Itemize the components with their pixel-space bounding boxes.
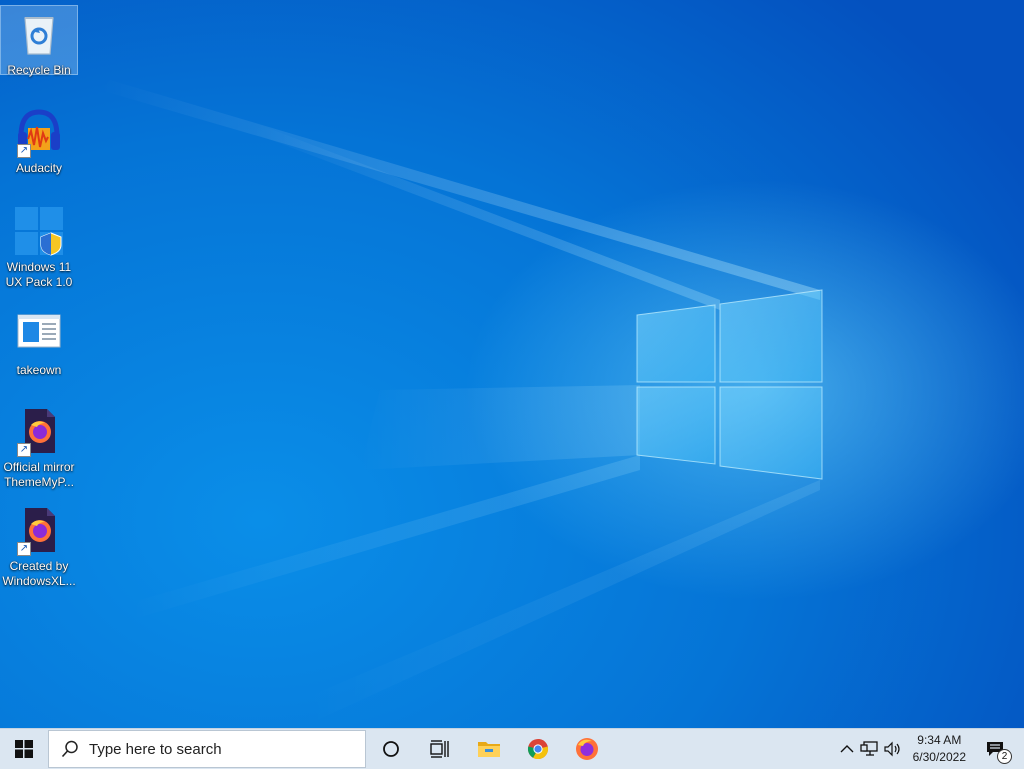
clock-date: 6/30/2022 <box>912 750 966 764</box>
windows-start-icon <box>15 740 33 758</box>
desktop-icon-label: Recycle Bin <box>7 63 71 77</box>
chrome-button[interactable] <box>513 729 562 769</box>
desktop-icon-official-mirror[interactable]: ↗ Official mirror ThemeMyP... <box>1 403 77 490</box>
chevron-up-icon <box>840 745 854 753</box>
taskbar: Type here to search 9:34 AM 6/30/2022 2 <box>0 728 1024 769</box>
show-hidden-icons-button[interactable] <box>837 729 857 769</box>
desktop-icon-created-by[interactable]: ↗ Created by WindowsXL... <box>1 502 77 589</box>
clock[interactable]: 9:34 AM 6/30/2022 <box>905 729 974 769</box>
takeown-app-icon <box>13 307 65 359</box>
network-icon <box>859 741 878 756</box>
desktop-icon-label: Audacity <box>15 161 63 175</box>
task-view-icon <box>429 740 449 758</box>
folder-icon <box>477 742 500 757</box>
desktop-icon-audacity[interactable]: ↗ Audacity <box>1 104 77 176</box>
desktop-icon-label: Created by WindowsXL... <box>2 559 76 588</box>
search-icon <box>61 740 78 758</box>
system-tray: 9:34 AM 6/30/2022 2 <box>837 729 1024 769</box>
search-placeholder: Type here to search <box>89 740 222 758</box>
clock-time: 9:34 AM <box>917 733 962 747</box>
cortana-circle-icon <box>382 741 399 757</box>
start-button[interactable] <box>0 729 48 769</box>
taskbar-search-box[interactable]: Type here to search <box>48 730 366 768</box>
desktop-icon-label: Official mirror ThemeMyP... <box>3 460 75 489</box>
task-view-button[interactable] <box>415 729 464 769</box>
wallpaper-windows-logo <box>100 80 823 728</box>
shortcut-arrow-icon: ↗ <box>17 542 31 556</box>
desktop-icon-recycle-bin[interactable]: Recycle Bin <box>0 5 78 77</box>
shortcut-arrow-icon: ↗ <box>17 443 31 457</box>
windows-ux-pack-icon <box>13 205 65 257</box>
firefox-file-icon: ↗ <box>13 405 65 457</box>
firefox-file-icon: ↗ <box>13 504 65 556</box>
cortana-button[interactable] <box>366 729 415 769</box>
firefox-button[interactable] <box>562 729 611 769</box>
speaker-icon <box>884 741 900 757</box>
desktop-icon-windows-ux-pack[interactable]: Windows 11 UX Pack 1.0 <box>1 203 77 290</box>
volume-button[interactable] <box>881 729 905 769</box>
notification-badge: 2 <box>997 749 1012 764</box>
desktop-icon-label: Windows 11 UX Pack 1.0 <box>5 260 73 289</box>
shortcut-arrow-icon: ↗ <box>17 144 31 158</box>
audacity-icon: ↗ <box>13 106 65 158</box>
file-explorer-button[interactable] <box>464 729 513 769</box>
action-center-button[interactable]: 2 <box>974 729 1024 769</box>
recycle-bin-icon <box>13 8 65 60</box>
desktop-icon-takeown[interactable]: takeown <box>1 305 77 378</box>
network-button[interactable] <box>857 729 881 769</box>
chrome-icon <box>527 739 548 760</box>
desktop-icon-label: takeown <box>16 363 62 377</box>
desktop[interactable]: Recycle Bin ↗ Audacity Windows 11 UX Pac… <box>0 0 1024 728</box>
firefox-icon <box>575 738 598 760</box>
